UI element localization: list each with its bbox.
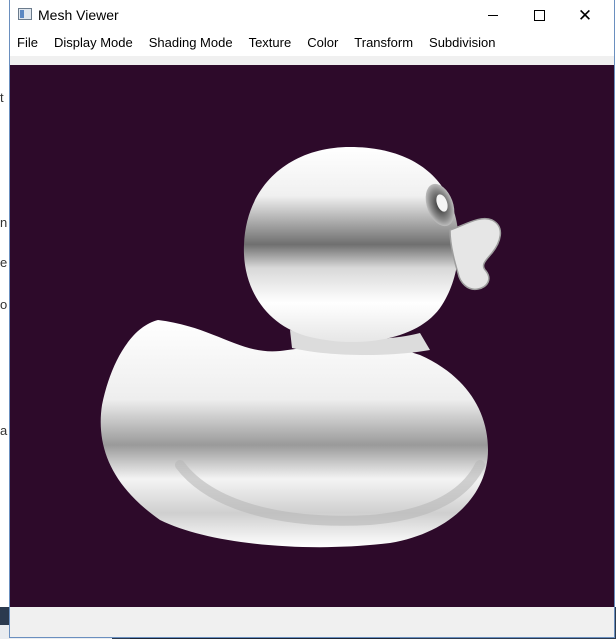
toolbar-gap (10, 56, 614, 65)
background-text-fragment: e (0, 255, 8, 270)
minimize-icon (488, 14, 498, 16)
menu-color[interactable]: Color (299, 32, 346, 54)
menu-file[interactable]: File (10, 32, 46, 54)
minimize-button[interactable] (470, 0, 516, 30)
menu-subdivision[interactable]: Subdivision (421, 32, 504, 54)
menu-texture[interactable]: Texture (241, 32, 300, 54)
maximize-button[interactable] (516, 0, 562, 30)
menu-transform[interactable]: Transform (346, 32, 421, 54)
duck-render (100, 147, 502, 548)
menu-display-mode[interactable]: Display Mode (46, 32, 141, 54)
close-button[interactable]: ✕ (562, 0, 608, 30)
status-bar (10, 607, 614, 637)
background-text-fragment: o (0, 297, 8, 312)
close-icon: ✕ (577, 5, 593, 25)
3d-viewport[interactable] (10, 65, 614, 607)
background-text-fragment: n (0, 215, 8, 230)
title-bar[interactable]: Mesh Viewer ✕ (10, 0, 614, 30)
background-text-fragment: t (0, 90, 4, 105)
background-window: t n e o a (0, 0, 9, 607)
window-title: Mesh Viewer (38, 7, 119, 23)
mesh-viewer-window: Mesh Viewer ✕ File Display Mode Shading … (9, 0, 615, 638)
duck-head (243, 147, 459, 343)
menu-shading-mode[interactable]: Shading Mode (141, 32, 241, 54)
background-text-fragment: a (0, 423, 8, 438)
maximize-icon (533, 9, 545, 21)
app-window-icon (18, 8, 32, 20)
duck-beak (449, 218, 502, 291)
menu-bar: File Display Mode Shading Mode Texture C… (10, 30, 614, 56)
